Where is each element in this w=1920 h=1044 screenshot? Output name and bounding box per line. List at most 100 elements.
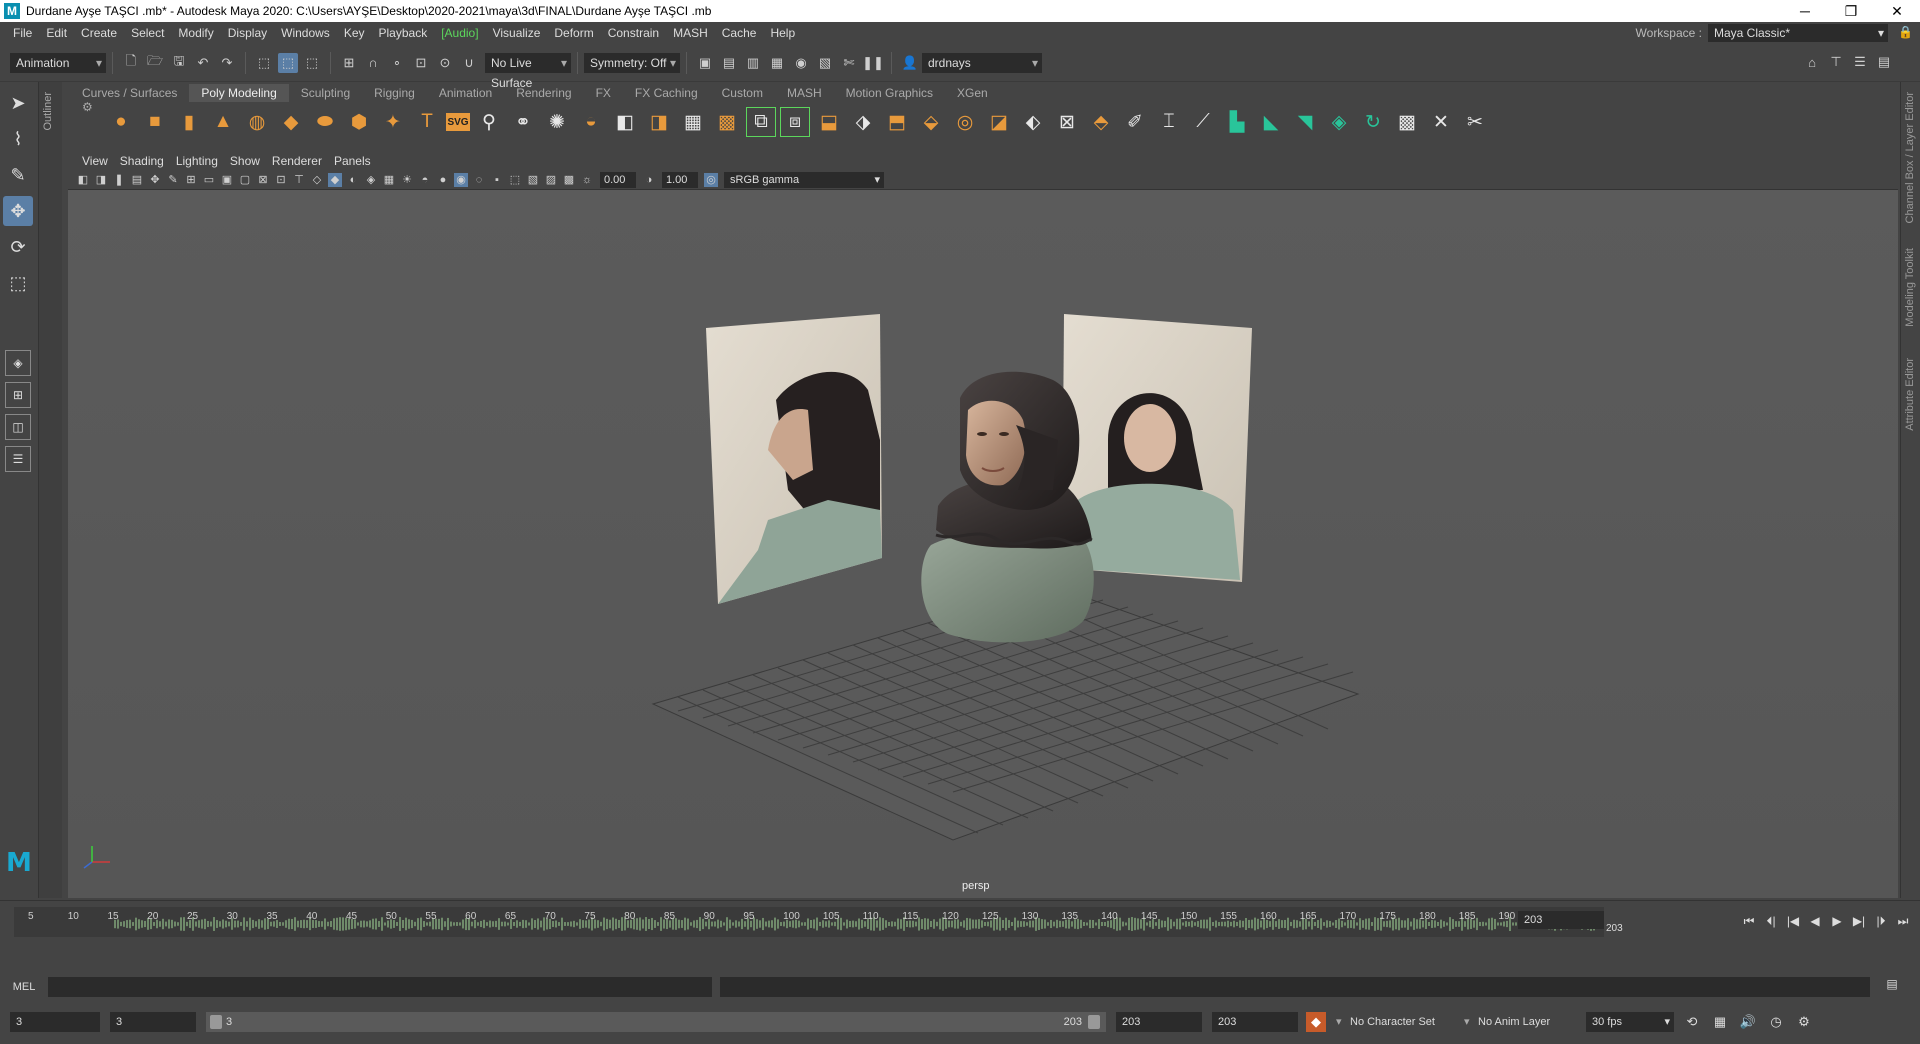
poly-cube-icon[interactable]: ■ [140, 107, 170, 137]
snap-curve-icon[interactable]: ∩ [363, 53, 383, 73]
modeling-toolkit-tab[interactable]: Modeling Toolkit [1904, 248, 1916, 327]
exposure-icon[interactable]: ☼ [580, 173, 594, 187]
shelf-tab-sculpting[interactable]: Sculpting [289, 84, 362, 102]
select-object-icon[interactable]: ⬚ [278, 52, 298, 73]
go-to-start-icon[interactable]: ⏮ [1738, 913, 1760, 929]
move-tool-icon[interactable]: ✥ [3, 196, 33, 226]
field-chart-icon[interactable]: ⊠ [256, 173, 270, 187]
menu-mash[interactable]: MASH [666, 26, 715, 40]
shelf-tab-animation[interactable]: Animation [427, 84, 504, 102]
platonic-solid-icon[interactable]: ⬢ [344, 107, 374, 137]
menu-select[interactable]: Select [124, 26, 171, 40]
pause-icon[interactable]: ❚❚ [862, 53, 884, 73]
play-backward-icon[interactable]: ◀ [1804, 913, 1826, 929]
target-weld-icon[interactable]: ⬘ [1086, 107, 1116, 137]
redo-icon[interactable]: ↷ [217, 53, 237, 73]
ipr-render-icon[interactable]: ▥ [743, 53, 763, 73]
wireframe-on-shaded-icon[interactable]: ◈ [364, 173, 378, 187]
current-frame-field[interactable]: 203 [1518, 911, 1604, 929]
select-tool-arrow-icon[interactable]: ➤ [3, 88, 33, 118]
scene-start-field[interactable]: 3 [10, 1012, 100, 1032]
unfold-icon[interactable]: ✕ [1426, 107, 1456, 137]
maximize-button[interactable]: ❐ [1828, 0, 1874, 22]
save-scene-icon[interactable]: 🖫 [169, 53, 189, 73]
safe-title-icon[interactable]: ⊤ [292, 173, 306, 187]
offset-loop-icon[interactable]: ◪ [984, 107, 1014, 137]
gamma-icon[interactable]: ◑ [642, 173, 656, 187]
gamma-field[interactable]: 1.00 [662, 171, 698, 188]
shelf-tab-mash[interactable]: MASH [775, 84, 834, 102]
step-back-frame-icon[interactable]: |◀ [1782, 913, 1804, 929]
rotate-tool-icon[interactable]: ⟳ [3, 232, 33, 262]
booleans-icon[interactable]: ◧ [610, 107, 640, 137]
panel-menu-renderer[interactable]: Renderer [266, 154, 328, 168]
snap-point-icon[interactable]: ∘ [387, 53, 407, 73]
anim-end-field[interactable]: 203 [1116, 1012, 1202, 1032]
step-forward-key-icon[interactable]: |⏵ [1870, 913, 1892, 929]
planar-map-icon[interactable]: ◣ [1256, 107, 1286, 137]
menu-cache[interactable]: Cache [715, 26, 764, 40]
single-perspective-layout-icon[interactable]: ◈ [5, 350, 31, 376]
workspace-dropdown[interactable]: Maya Classic* [1708, 24, 1888, 42]
use-all-lights-icon[interactable]: ☀ [400, 173, 414, 187]
scale-tool-icon[interactable]: ⬚ [3, 268, 33, 298]
modeling-toolkit-icon[interactable]: ⌂ [1802, 52, 1822, 72]
resolution-gate-icon[interactable]: ▣ [220, 173, 234, 187]
bridge-icon[interactable]: ⧉ [746, 107, 776, 137]
menu-file[interactable]: File [6, 26, 39, 40]
outliner-tab-strip[interactable]: Outliner [38, 82, 62, 898]
uv-editor-icon[interactable]: ▙ [1222, 107, 1252, 137]
poly-cylinder-icon[interactable]: ▮ [174, 107, 204, 137]
character-set-dropdown[interactable]: No Character Set [1334, 1012, 1454, 1032]
quad-draw-icon[interactable]: ⌶ [1154, 107, 1184, 137]
depth-of-field-icon[interactable]: ▪ [490, 173, 504, 187]
step-back-key-icon[interactable]: ⏴| [1760, 913, 1782, 929]
cache-playback-icon[interactable]: ▦ [1710, 1012, 1730, 1032]
render-frame-icon[interactable]: ▤ [719, 53, 739, 73]
film-gate-icon[interactable]: ▭ [202, 173, 216, 187]
grid-icon[interactable]: ⊞ [184, 173, 198, 187]
shelf-tab-fx[interactable]: FX [584, 84, 623, 102]
safe-action-icon[interactable]: ⊡ [274, 173, 288, 187]
anti-aliasing-icon[interactable]: ◌ [472, 173, 486, 187]
textured-icon[interactable]: ▦ [382, 173, 396, 187]
snap-live-icon[interactable]: ⊙ [435, 53, 455, 73]
arnold-render-icon[interactable]: ▧ [815, 53, 835, 73]
xray-icon[interactable]: ▧ [526, 173, 540, 187]
append-icon[interactable]: ⬒ [882, 107, 912, 137]
four-view-layout-icon[interactable]: ⊞ [5, 382, 31, 408]
fps-dropdown[interactable]: 30 fps [1586, 1012, 1674, 1032]
xray-active-icon[interactable]: ▩ [562, 173, 576, 187]
shelf-tab-motion-graphics[interactable]: Motion Graphics [834, 84, 945, 102]
range-end-handle[interactable] [1088, 1015, 1100, 1029]
bookmark-icon[interactable]: ❚ [112, 173, 126, 187]
range-start-handle[interactable] [210, 1015, 222, 1029]
cut-sew-icon[interactable]: ✂ [1460, 107, 1490, 137]
attribute-editor-tab[interactable]: Attribute Editor [1904, 358, 1916, 431]
view-transform-dropdown[interactable]: sRGB gamma [724, 171, 884, 188]
shelf-menu-icon[interactable]: ⚙ [82, 100, 93, 114]
panel-menu-show[interactable]: Show [224, 154, 266, 168]
panel-menu-lighting[interactable]: Lighting [170, 154, 224, 168]
menu-deform[interactable]: Deform [547, 26, 600, 40]
anim-start-field[interactable]: 3 [110, 1012, 196, 1032]
go-to-end-icon[interactable]: ⏭ [1892, 913, 1914, 929]
edit-edge-flow-icon[interactable]: ⟋ [1188, 107, 1218, 137]
script-language-toggle[interactable]: MEL [0, 981, 48, 993]
menu-create[interactable]: Create [74, 26, 124, 40]
isolate-select-icon[interactable]: ⬚ [508, 173, 522, 187]
play-forward-icon[interactable]: ▶ [1826, 913, 1848, 929]
multi-cut-icon[interactable]: ⊠ [1052, 107, 1082, 137]
channel-box-layer-editor-tab[interactable]: Channel Box / Layer Editor [1904, 92, 1916, 223]
menu-visualize[interactable]: Visualize [486, 26, 548, 40]
poly-torus-icon[interactable]: ◍ [242, 107, 272, 137]
poly-disc-icon[interactable]: ⬬ [310, 107, 340, 137]
close-button[interactable]: ✕ [1874, 0, 1920, 22]
poly-cone-icon[interactable]: ▲ [208, 107, 238, 137]
checker-map-icon[interactable]: ▩ [1392, 107, 1422, 137]
cylindrical-map-icon[interactable]: ◥ [1290, 107, 1320, 137]
anim-layer-dropdown[interactable]: No Anim Layer [1462, 1012, 1572, 1032]
symmetry-dropdown[interactable]: Symmetry: Off [584, 52, 680, 73]
new-scene-icon[interactable]: 🗋 [121, 53, 141, 73]
menu-audio[interactable]: [Audio] [434, 26, 485, 40]
